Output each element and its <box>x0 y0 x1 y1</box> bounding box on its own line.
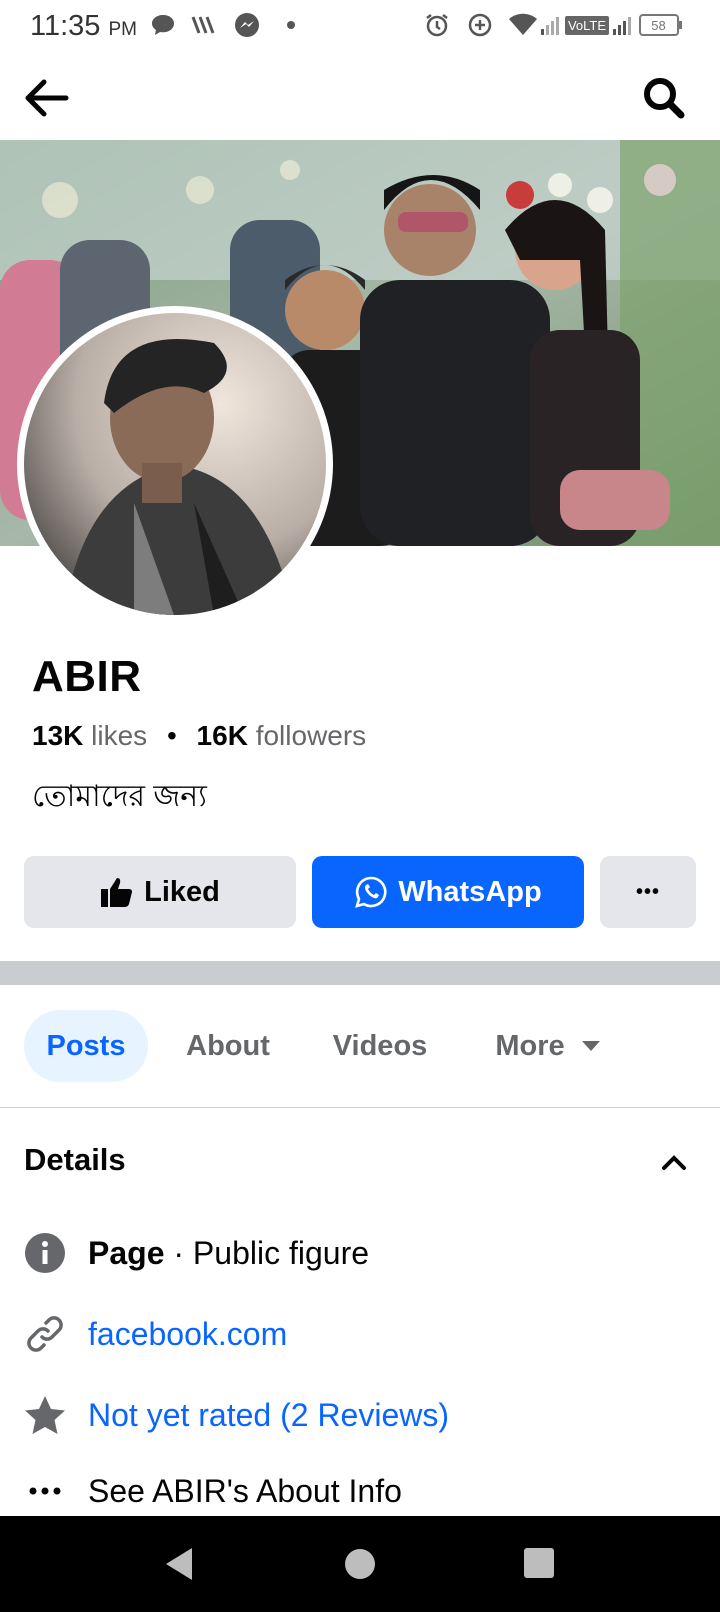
chat-bubble-icon <box>148 10 178 40</box>
link-icon <box>24 1313 66 1355</box>
volte-badge: VoLTE <box>564 10 610 40</box>
battery-level: 58 <box>638 14 679 36</box>
detail-row-page-type: Page · Public figure <box>24 1229 369 1277</box>
top-app-bar <box>0 56 720 141</box>
messenger-icon <box>232 10 262 40</box>
tab-videos[interactable]: Videos <box>322 1010 438 1082</box>
whatsapp-button[interactable]: WhatsApp <box>312 856 584 928</box>
tab-more[interactable]: More <box>478 1010 618 1082</box>
thumbs-up-icon <box>101 878 133 907</box>
more-dots-icon <box>24 1470 66 1512</box>
avatar <box>24 313 326 615</box>
tabs-divider <box>0 1107 720 1108</box>
alarm-icon <box>422 10 452 40</box>
followers-count: 16K <box>196 720 248 751</box>
collapse-details-button[interactable] <box>656 1148 692 1176</box>
system-nav-bar <box>0 1516 720 1612</box>
website-link[interactable]: facebook.com <box>88 1316 287 1353</box>
detail-row-see-about[interactable]: See ABIR's About Info <box>24 1467 402 1515</box>
square-recents-icon <box>524 1548 554 1578</box>
likes-count: 13K <box>32 720 84 751</box>
page-title: ABIR <box>32 652 142 701</box>
tab-more-label: More <box>495 1029 565 1062</box>
rating-link[interactable]: Not yet rated (2 Reviews) <box>88 1397 449 1434</box>
status-bar: 11:35 PM VoLTE 58 <box>0 0 720 56</box>
arrow-left-icon <box>25 79 69 117</box>
star-icon <box>24 1394 66 1436</box>
chevron-up-icon <box>662 1155 686 1170</box>
circle-home-icon <box>345 1549 375 1579</box>
status-clock: 11:35 PM <box>30 10 137 42</box>
more-dots-icon: ••• <box>635 880 660 903</box>
nav-back-button[interactable] <box>160 1544 200 1584</box>
wifi-icon <box>508 10 538 40</box>
see-about-info-link[interactable]: See ABIR's About Info <box>88 1473 402 1510</box>
liked-button[interactable]: Liked <box>24 856 296 928</box>
page-bio: তোমাদের জন্য <box>32 780 207 813</box>
info-icon <box>24 1232 66 1274</box>
nav-recents-button[interactable] <box>522 1546 556 1580</box>
search-button[interactable] <box>640 74 688 122</box>
signal-icon <box>540 10 562 40</box>
page-category-value: · Public figure <box>164 1234 370 1271</box>
followers-label: followers <box>255 720 367 751</box>
battery-icon: 58 <box>638 10 682 40</box>
back-button[interactable] <box>22 76 70 120</box>
section-divider <box>0 961 720 985</box>
whatsapp-label: WhatsApp <box>398 875 542 908</box>
stats-separator: • <box>166 720 177 751</box>
whatsapp-icon <box>355 876 387 908</box>
tab-posts[interactable]: Posts <box>24 1010 148 1082</box>
likes-label: likes <box>91 720 148 751</box>
nav-home-button[interactable] <box>342 1546 378 1582</box>
signal-icon <box>612 10 634 40</box>
detail-row-rating[interactable]: Not yet rated (2 Reviews) <box>24 1391 449 1439</box>
more-options-button[interactable]: ••• <box>600 856 696 928</box>
search-icon <box>644 78 685 119</box>
profile-picture[interactable] <box>17 306 333 622</box>
wifi-call-icon <box>188 10 222 40</box>
data-saver-icon <box>465 10 495 40</box>
detail-row-website[interactable]: facebook.com <box>24 1310 287 1358</box>
tab-about[interactable]: About <box>176 1010 280 1082</box>
details-heading: Details <box>24 1142 126 1177</box>
page-category-label: Page <box>88 1234 165 1271</box>
page-stats: 13K likes • 16K followers <box>32 720 366 752</box>
liked-label: Liked <box>144 875 220 908</box>
caret-down-icon <box>581 1041 600 1051</box>
dot-icon <box>284 10 298 40</box>
triangle-back-icon <box>166 1548 192 1580</box>
